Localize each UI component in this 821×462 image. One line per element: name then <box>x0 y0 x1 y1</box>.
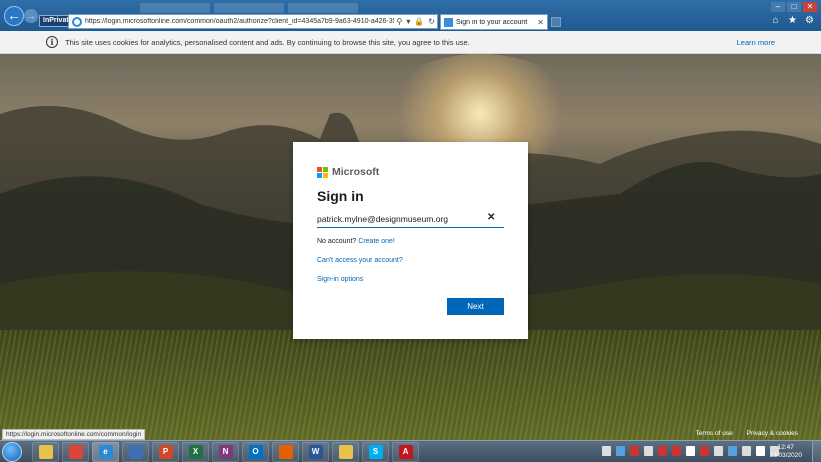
no-account-row: No account? Create one! <box>317 238 395 245</box>
logo-square <box>323 166 328 172</box>
logo-square <box>317 166 322 172</box>
signin-card: Microsoft Sign in ✕ No account? Create o… <box>293 142 528 339</box>
cookie-banner: i This site uses cookies for analytics, … <box>0 31 821 54</box>
clock[interactable]: 12:47 13/03/2020 <box>769 444 802 460</box>
show-desktop-button[interactable] <box>812 441 821 462</box>
taskbar-powerpoint-button[interactable]: P <box>152 442 179 462</box>
close-tab-icon[interactable]: ✕ <box>537 18 544 27</box>
status-bar-url: https://login.microsoftonline.com/common… <box>2 429 146 440</box>
firefox-icon <box>278 445 293 459</box>
back-button[interactable]: ← <box>4 6 24 26</box>
acrobat-icon: A <box>398 445 413 459</box>
onenote-icon: N <box>218 445 233 459</box>
chrome-icon <box>68 445 83 459</box>
clock-time: 12:47 <box>777 444 794 451</box>
tab-favicon-icon <box>444 17 453 27</box>
clear-input-icon[interactable]: ✕ <box>487 212 495 223</box>
tray-icon[interactable] <box>616 446 625 456</box>
outlook-icon: O <box>248 445 263 459</box>
footer-links: Terms of use Privacy & cookies <box>695 430 798 437</box>
maximize-icon[interactable]: □ <box>787 2 801 12</box>
tray-icon[interactable] <box>602 446 611 456</box>
learn-more-link[interactable]: Learn more <box>737 38 775 47</box>
taskbar-acrobat-button[interactable]: A <box>392 442 419 462</box>
info-icon: i <box>46 36 58 48</box>
brand-name: Microsoft <box>332 166 380 178</box>
tray-icon[interactable] <box>630 446 639 456</box>
address-bar[interactable]: https://login.microsoftonline.com/common… <box>68 14 438 29</box>
tray-icon[interactable] <box>658 446 667 456</box>
tray-icon[interactable] <box>700 446 709 456</box>
taskbar-outlook-button[interactable]: O <box>242 442 269 462</box>
taskbar-folder-button[interactable] <box>332 442 359 462</box>
tab-title: Sign in to your account <box>456 18 528 26</box>
cant-access-link[interactable]: Can't access your account? <box>317 257 403 264</box>
create-account-link[interactable]: Create one! <box>358 238 395 245</box>
powerpoint-icon: P <box>158 445 173 459</box>
privacy-cookies-link[interactable]: Privacy & cookies <box>747 430 798 437</box>
tray-icon[interactable] <box>672 446 681 456</box>
logo-square <box>323 172 328 178</box>
folder-icon <box>338 445 353 459</box>
signin-options-link[interactable]: Sign-in options <box>317 276 363 283</box>
tray-icon[interactable] <box>742 446 751 456</box>
tray-icon[interactable] <box>686 446 695 456</box>
refresh-icon[interactable]: ↻ <box>428 17 435 26</box>
taskbar-excel-button[interactable]: X <box>182 442 209 462</box>
taskbar-internet-explorer-button[interactable]: e <box>92 442 119 462</box>
start-button-icon[interactable] <box>2 442 22 462</box>
taskbar-firefox-button[interactable] <box>272 442 299 462</box>
browser-toolbar: ⌂ ★ ⚙ <box>770 15 815 26</box>
background-tab[interactable] <box>140 3 210 13</box>
address-url[interactable]: https://login.microsoftonline.com/common… <box>85 18 394 25</box>
forward-button[interactable]: → <box>24 9 38 23</box>
dropdown-arrow-icon[interactable]: ▾ <box>406 17 410 26</box>
excel-icon: X <box>188 445 203 459</box>
home-icon[interactable]: ⌂ <box>770 15 781 26</box>
window-controls: – □ ✕ <box>771 2 817 12</box>
tray-icon[interactable] <box>728 446 737 456</box>
tray-icon[interactable] <box>756 446 765 456</box>
taskbar-onenote-button[interactable]: N <box>212 442 239 462</box>
settings-gear-icon[interactable]: ⚙ <box>804 15 815 26</box>
minimize-icon[interactable]: – <box>771 2 785 12</box>
no-account-text: No account? <box>317 238 357 245</box>
new-tab-button[interactable] <box>551 17 561 27</box>
system-tray <box>602 446 779 456</box>
microsoft-logo: Microsoft <box>317 166 379 178</box>
taskbar-apps: ePXNOWSA <box>32 442 419 462</box>
background-tab[interactable] <box>288 3 358 13</box>
favorites-star-icon[interactable]: ★ <box>787 15 798 26</box>
word-icon: W <box>308 445 323 459</box>
taskbar: e P X N O W S A 12:47 13/03/2020 <box>0 440 821 462</box>
remote-desktop-icon <box>128 445 143 459</box>
lock-icon[interactable]: 🔒 <box>414 17 424 26</box>
logo-square <box>317 172 322 178</box>
terms-of-use-link[interactable]: Terms of use <box>695 430 732 437</box>
search-icon[interactable]: ⚲ <box>396 17 402 26</box>
taskbar-skype-button[interactable]: S <box>362 442 389 462</box>
next-button[interactable]: Next <box>447 298 504 315</box>
clock-date: 13/03/2020 <box>769 452 802 459</box>
tab-sign-in[interactable]: Sign in to your account ✕ <box>440 14 548 30</box>
microsoft-logo-icon <box>317 166 328 178</box>
page-title: Sign in <box>317 188 364 204</box>
email-field[interactable] <box>317 211 504 228</box>
internet-explorer-icon: e <box>98 445 113 459</box>
browser-chrome: ← → InPrivate https://login.microsoftonl… <box>0 0 821 31</box>
taskbar-file-explorer-button[interactable] <box>32 442 59 462</box>
grass-foreground <box>0 330 821 440</box>
taskbar-word-button[interactable]: W <box>302 442 329 462</box>
taskbar-remote-desktop-button[interactable] <box>122 442 149 462</box>
ie-favicon-icon <box>72 16 82 27</box>
tray-icon[interactable] <box>644 446 653 456</box>
file-explorer-icon <box>38 445 53 459</box>
taskbar-chrome-button[interactable] <box>62 442 89 462</box>
close-icon[interactable]: ✕ <box>803 2 817 12</box>
tray-icon[interactable] <box>714 446 723 456</box>
cookie-message: This site uses cookies for analytics, pe… <box>65 37 470 47</box>
background-tab[interactable] <box>214 3 284 13</box>
skype-icon: S <box>368 445 383 459</box>
